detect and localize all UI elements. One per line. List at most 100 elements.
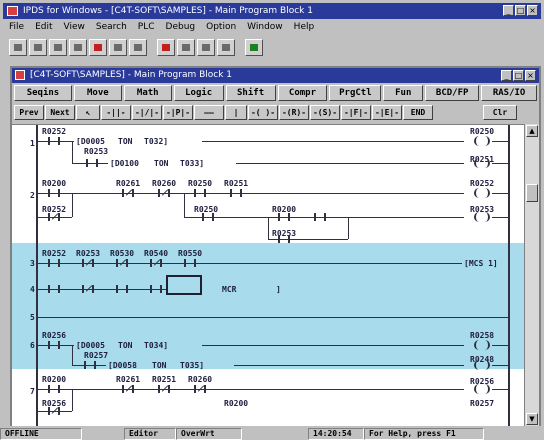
nc-contact[interactable]	[116, 259, 128, 267]
nc-contact[interactable]	[48, 407, 60, 415]
output-coil[interactable]	[474, 158, 490, 168]
nc-contact[interactable]	[48, 213, 60, 221]
menu-view[interactable]: View	[64, 20, 85, 34]
output-coil[interactable]	[474, 188, 490, 198]
menu-help[interactable]: Help	[294, 20, 315, 34]
output-coil[interactable]	[474, 136, 490, 146]
output-coil[interactable]	[474, 212, 490, 222]
paste-icon[interactable]	[129, 38, 147, 56]
bcd-fp-button[interactable]: BCD/FP	[425, 85, 480, 101]
minimize-button[interactable]: _	[503, 5, 514, 16]
nc-contact-icon[interactable]: -|/|-	[132, 105, 162, 120]
print-icon[interactable]	[69, 38, 87, 56]
nc-contact[interactable]	[82, 285, 94, 293]
no-contact-icon[interactable]: -||-	[101, 105, 131, 120]
no-contact[interactable]	[278, 213, 290, 221]
seqins-button[interactable]: Seqins	[14, 85, 72, 101]
document-icon[interactable]	[15, 70, 25, 80]
edit-cursor[interactable]	[166, 275, 202, 295]
close-button[interactable]: ×	[527, 5, 538, 16]
coil-icon[interactable]: -( )-	[248, 105, 278, 120]
app-title-bar: IPDS for Windows - [C4T-SOFT\SAMPLES] - …	[3, 3, 541, 19]
app-icon[interactable]	[7, 6, 18, 16]
scroll-down-arrow-icon[interactable]: ▼	[526, 413, 538, 425]
shift-button[interactable]: Shift	[225, 85, 276, 101]
scroll-up-arrow-icon[interactable]: ▲	[526, 125, 538, 137]
help-icon[interactable]	[245, 38, 263, 56]
nc-contact[interactable]	[158, 189, 170, 197]
open-icon[interactable]	[29, 38, 47, 56]
menu-debug[interactable]: Debug	[166, 20, 196, 34]
copy-icon[interactable]	[109, 38, 127, 56]
inner-maximize-button[interactable]: □	[513, 70, 524, 81]
set-coil-icon[interactable]: -(S)-	[310, 105, 340, 120]
nc-contact[interactable]	[150, 259, 162, 267]
monitor-icon[interactable]	[197, 38, 215, 56]
next-button[interactable]: Next	[45, 105, 75, 120]
ras-io-button[interactable]: RAS/IO	[481, 85, 538, 101]
output-coil[interactable]	[474, 340, 490, 350]
nc-contact[interactable]	[122, 189, 134, 197]
move-button[interactable]: Move	[73, 85, 122, 101]
inner-close-button[interactable]: ×	[525, 70, 536, 81]
no-contact[interactable]	[48, 385, 60, 393]
no-contact[interactable]	[48, 259, 60, 267]
output-coil[interactable]	[474, 384, 490, 394]
no-contact[interactable]	[278, 235, 290, 243]
save-icon[interactable]	[49, 38, 67, 56]
scroll-thumb[interactable]	[526, 184, 538, 202]
no-contact[interactable]	[194, 189, 206, 197]
no-contact[interactable]	[314, 213, 326, 221]
menu-window[interactable]: Window	[247, 20, 283, 34]
ladder-diagram[interactable]: 1 R0252 R0250 [D0005 TON T032] R0253 R02…	[12, 124, 524, 426]
inner-minimize-button[interactable]: _	[501, 70, 512, 81]
rung-number: 5	[30, 313, 35, 322]
cut-icon[interactable]	[89, 38, 107, 56]
nc-contact[interactable]	[122, 385, 134, 393]
menu-search[interactable]: Search	[96, 20, 127, 34]
menu-file[interactable]: File	[9, 20, 24, 34]
math-button[interactable]: Math	[123, 85, 172, 101]
no-contact[interactable]	[230, 189, 242, 197]
no-contact[interactable]	[84, 361, 96, 369]
select-arrow-icon[interactable]: ↖	[76, 105, 100, 120]
no-contact[interactable]	[116, 285, 128, 293]
info-icon[interactable]	[217, 38, 235, 56]
edge-contact-icon[interactable]: -|E|-	[372, 105, 402, 120]
stop-icon[interactable]	[177, 38, 195, 56]
fun-button[interactable]: Fun	[383, 85, 424, 101]
instruction-label: [D0100	[110, 159, 139, 168]
vertical-line-icon[interactable]: |	[225, 105, 247, 120]
prgctl-button[interactable]: PrgCtl	[329, 85, 382, 101]
status-editor: Editor	[124, 428, 176, 440]
vertical-scrollbar[interactable]: ▲ ▼	[524, 124, 539, 426]
nc-contact[interactable]	[194, 385, 206, 393]
pulse-contact-icon[interactable]: -|P|-	[163, 105, 193, 120]
no-contact[interactable]	[48, 189, 60, 197]
no-contact[interactable]	[48, 341, 60, 349]
end-button[interactable]: END	[403, 105, 433, 120]
no-contact[interactable]	[184, 259, 196, 267]
nc-contact[interactable]	[158, 385, 170, 393]
prev-button[interactable]: Prev	[14, 105, 44, 120]
function-contact-icon[interactable]: -|F|-	[341, 105, 371, 120]
new-icon[interactable]	[9, 38, 27, 56]
horizontal-line-icon[interactable]: ——	[194, 105, 224, 120]
no-contact[interactable]	[202, 213, 214, 221]
no-contact[interactable]	[86, 159, 98, 167]
reset-coil-icon[interactable]: -(R)-	[279, 105, 309, 120]
no-contact[interactable]	[150, 285, 162, 293]
no-contact[interactable]	[48, 137, 60, 145]
menu-option[interactable]: Option	[206, 20, 236, 34]
output-coil[interactable]	[474, 360, 490, 370]
menu-edit[interactable]: Edit	[35, 20, 52, 34]
maximize-button[interactable]: □	[515, 5, 526, 16]
contact-label: R0200	[42, 375, 67, 384]
run-icon[interactable]	[157, 38, 175, 56]
menu-plc[interactable]: PLC	[138, 20, 155, 34]
logic-button[interactable]: Logic	[173, 85, 224, 101]
nc-contact[interactable]	[82, 259, 94, 267]
clear-button[interactable]: Clr	[483, 105, 517, 120]
compr-button[interactable]: Compr	[277, 85, 328, 101]
no-contact[interactable]	[48, 285, 60, 293]
